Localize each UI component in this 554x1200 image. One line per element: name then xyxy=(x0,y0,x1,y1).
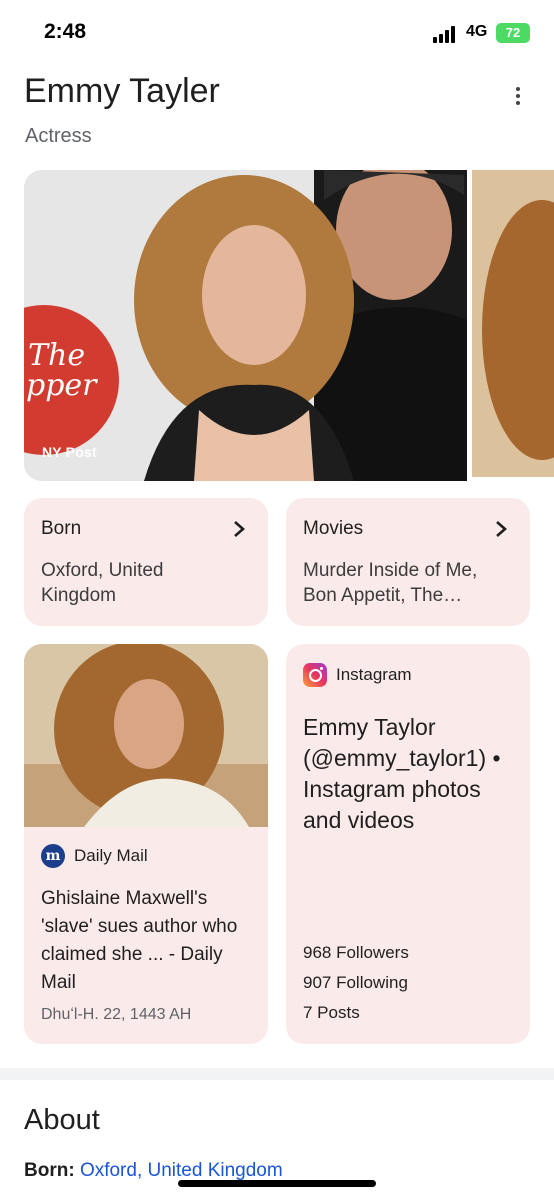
status-time: 2:48 xyxy=(44,20,87,43)
photo-credit: NY Post xyxy=(42,444,97,460)
instagram-following: 907 Following xyxy=(303,973,408,992)
more-vert-icon[interactable] xyxy=(506,82,530,108)
photo-illustration: The pper xyxy=(24,170,467,481)
next-photo[interactable] xyxy=(472,170,554,477)
movies-value: Murder Inside of Me, Bon Appetit, The… xyxy=(303,560,478,606)
article-title[interactable]: Ghislaine Maxwell's 'slave' sues author … xyxy=(41,885,256,997)
status-bar: 2:48 4G 72 xyxy=(0,0,554,62)
page-subtitle: Actress xyxy=(25,125,92,147)
instagram-card[interactable]: Instagram Emmy Taylor (@emmy_taylor1) • … xyxy=(286,644,530,1044)
photo-illustration-2 xyxy=(472,170,554,477)
born-label: Born xyxy=(41,518,82,539)
instagram-icon xyxy=(303,663,327,687)
network-type: 4G xyxy=(466,23,488,40)
movies-card[interactable]: Movies Murder Inside of Me, Bon Appetit,… xyxy=(286,498,530,626)
signal-icon xyxy=(433,25,459,43)
chevron-right-icon xyxy=(496,521,507,537)
born-card[interactable]: Born Oxford, United Kingdom xyxy=(24,498,268,626)
article-card[interactable]: m Daily Mail Ghislaine Maxwell's 'slave'… xyxy=(24,644,268,1044)
daily-mail-logo: m xyxy=(41,844,65,868)
instagram-source-name: Instagram xyxy=(336,665,412,684)
section-divider xyxy=(0,1068,554,1080)
instagram-posts: 7 Posts xyxy=(303,1003,360,1022)
born-value: Oxford, United Kingdom xyxy=(41,560,164,606)
about-born-link[interactable]: Oxford, United Kingdom xyxy=(80,1160,283,1181)
about-born-row: Born: Oxford, United Kingdom xyxy=(24,1160,283,1182)
chevron-right-icon xyxy=(234,521,245,537)
about-heading: About xyxy=(24,1104,100,1136)
page-title: Emmy Tayler xyxy=(24,72,220,110)
about-born-label: Born: xyxy=(24,1160,75,1181)
instagram-title[interactable]: Emmy Taylor (@emmy_taylor1) • Instagram … xyxy=(303,712,518,836)
battery-level: 72 xyxy=(505,25,521,40)
movies-label: Movies xyxy=(303,518,364,539)
main-photo[interactable]: The pper xyxy=(24,170,467,481)
article-date: Dhuʻl-H. 22, 1443 AH xyxy=(41,1006,192,1023)
battery-icon: 72 xyxy=(496,23,530,43)
article-thumbnail xyxy=(24,644,268,827)
thumbnail-illustration xyxy=(24,644,268,827)
home-indicator[interactable] xyxy=(178,1180,376,1187)
article-source-name: Daily Mail xyxy=(74,846,148,865)
instagram-followers: 968 Followers xyxy=(303,943,409,962)
svg-text:pper: pper xyxy=(26,368,98,403)
